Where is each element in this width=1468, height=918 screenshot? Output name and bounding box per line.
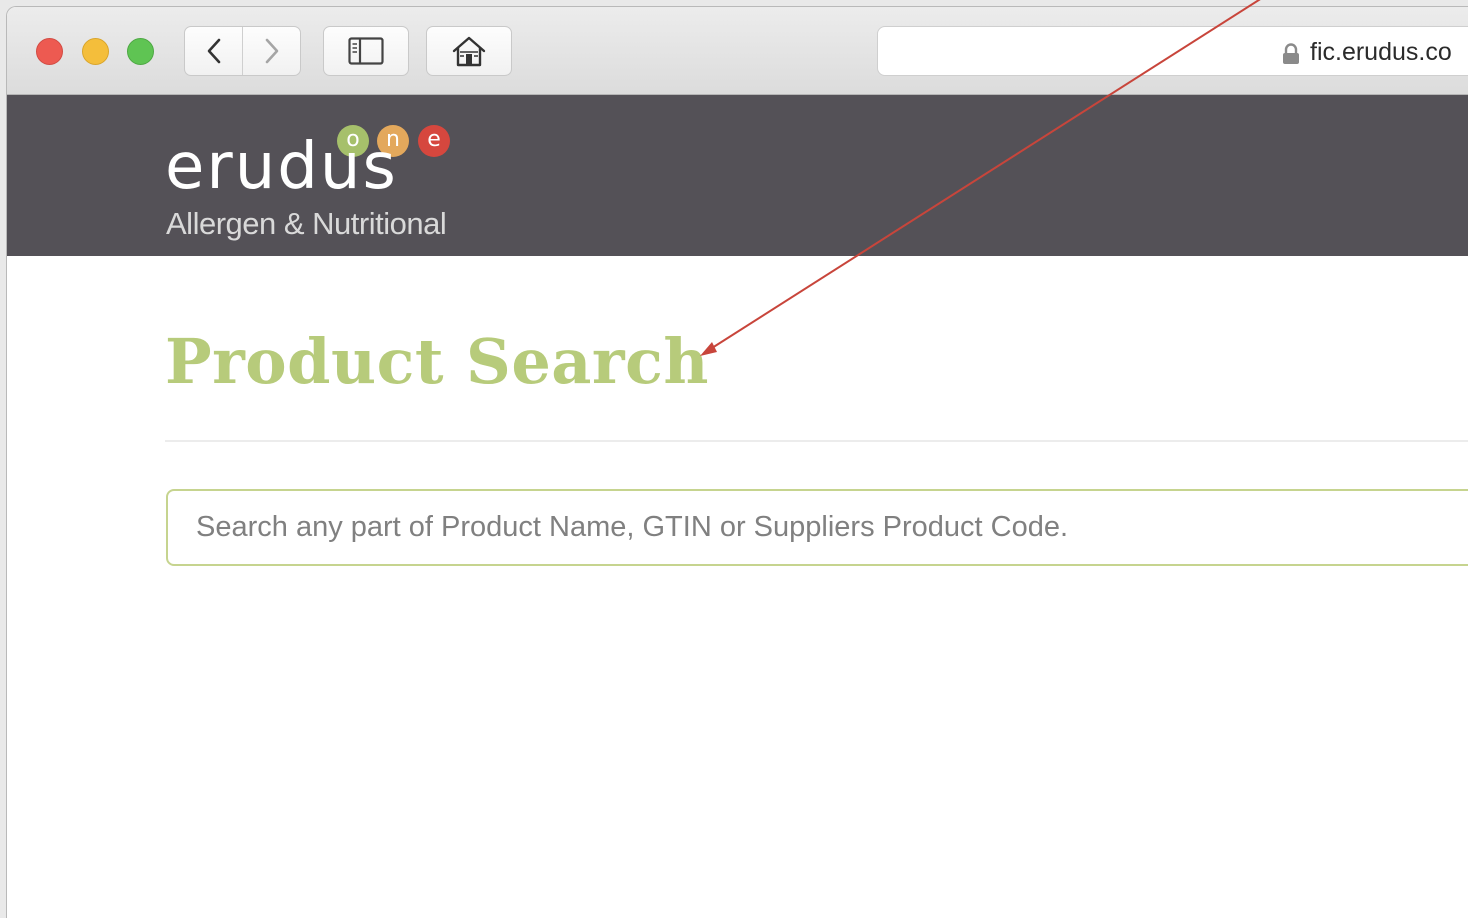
product-search-box bbox=[166, 489, 1468, 566]
home-button[interactable] bbox=[426, 26, 512, 76]
chevron-right-icon bbox=[265, 38, 278, 64]
logo-wordmark: erudus bbox=[165, 130, 398, 204]
back-button[interactable] bbox=[185, 27, 242, 75]
address-bar[interactable]: fic.erudus.co bbox=[877, 26, 1468, 76]
lock-icon bbox=[1282, 43, 1300, 70]
forward-button[interactable] bbox=[242, 27, 300, 75]
close-window-button[interactable] bbox=[36, 38, 63, 65]
product-search-input[interactable] bbox=[196, 491, 1446, 564]
minimize-window-button[interactable] bbox=[82, 38, 109, 65]
browser-toolbar: fic.erudus.co bbox=[7, 7, 1468, 95]
site-header: o n e erudus Allergen & Nutritional bbox=[7, 95, 1468, 256]
sidebar-button[interactable] bbox=[323, 26, 409, 76]
logo-dot-e: e bbox=[418, 125, 450, 157]
erudus-logo[interactable]: o n e erudus Allergen & Nutritional bbox=[165, 117, 505, 247]
title-divider bbox=[165, 440, 1468, 442]
navigation-buttons bbox=[184, 26, 301, 76]
chevron-left-icon bbox=[207, 38, 220, 64]
page-title: Product Search bbox=[165, 325, 709, 398]
sidebar-icon bbox=[348, 37, 384, 65]
address-url: fic.erudus.co bbox=[1310, 38, 1452, 66]
home-icon bbox=[452, 36, 486, 67]
browser-window: fic.erudus.co o n e erudus Allergen & Nu… bbox=[6, 6, 1468, 918]
logo-subtitle: Allergen & Nutritional bbox=[166, 206, 447, 241]
maximize-window-button[interactable] bbox=[127, 38, 154, 65]
